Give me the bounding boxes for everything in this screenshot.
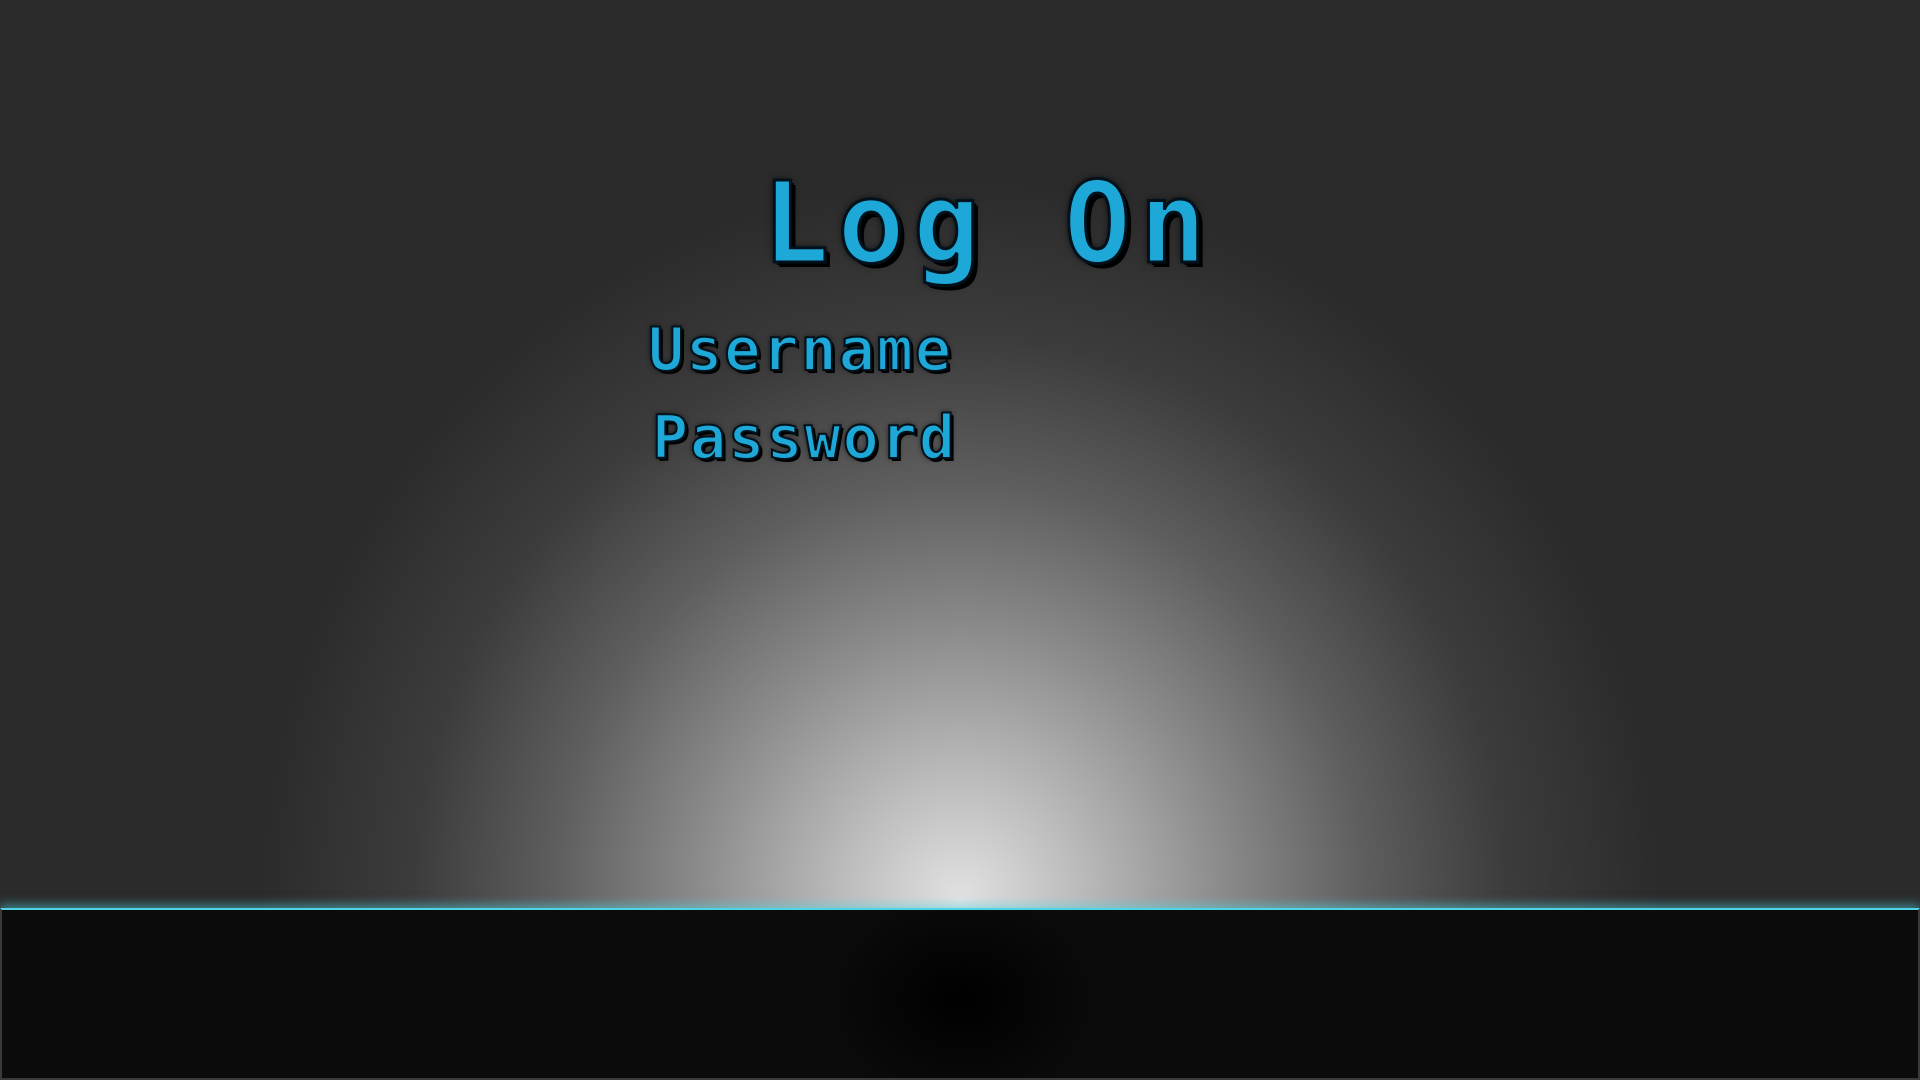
password-field[interactable]: Password — [651, 407, 957, 469]
username-field[interactable]: Username — [647, 319, 953, 381]
page-title: Log On — [761, 159, 1215, 289]
taskbar — [0, 908, 1920, 1080]
login-screen: Log On Username Password — [0, 0, 1920, 1080]
